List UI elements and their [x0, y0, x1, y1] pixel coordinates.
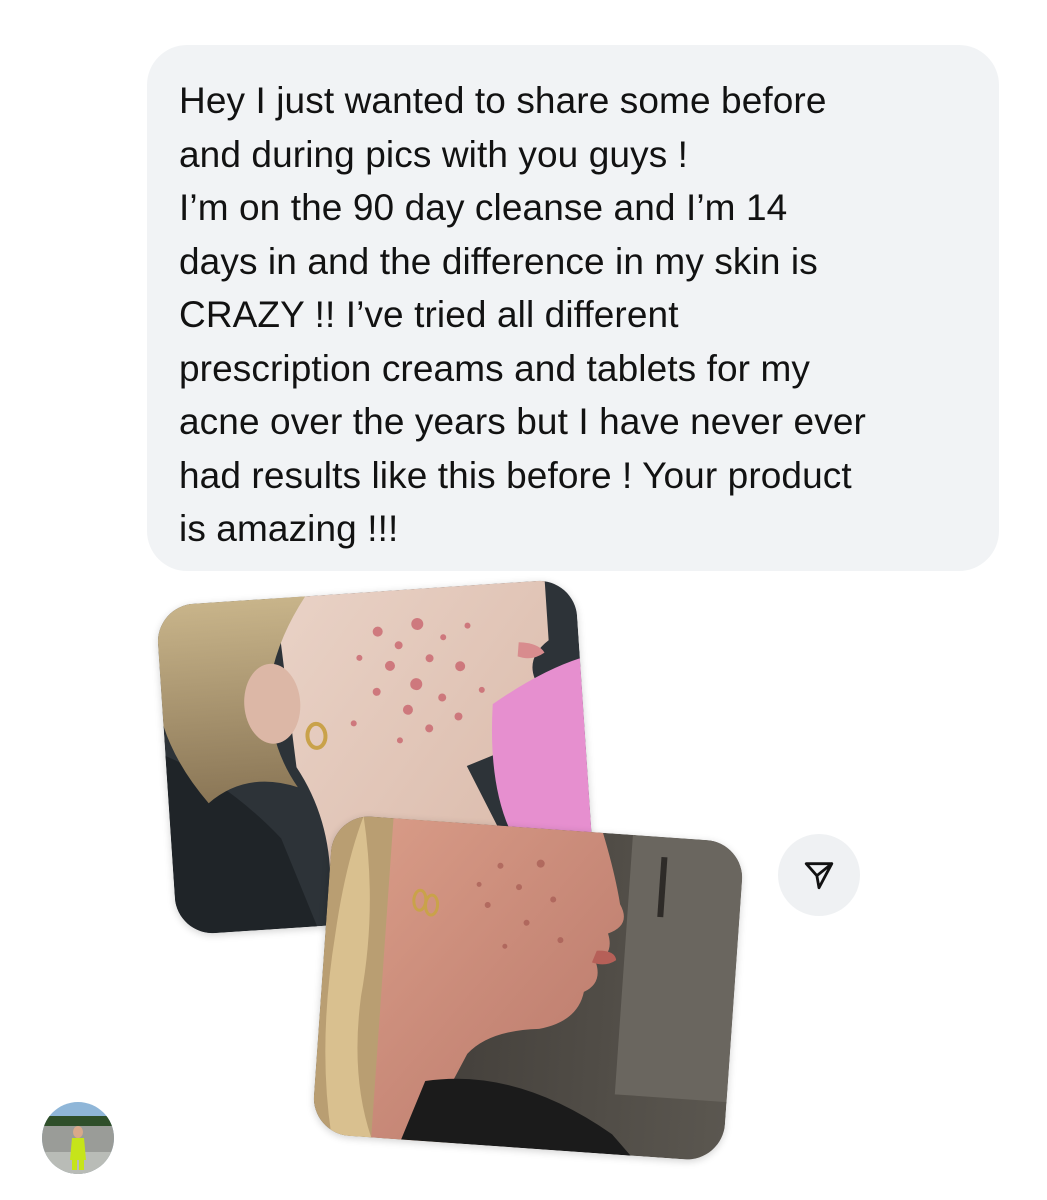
message-line: prescription creams and tablets for my: [179, 347, 810, 389]
message-line: had results like this before ! Your prod…: [179, 454, 852, 496]
sender-avatar[interactable]: [42, 1102, 114, 1174]
photo-during-image: [311, 814, 745, 1162]
message-bubble[interactable]: Hey I just wanted to share some before a…: [147, 45, 999, 571]
message-line: acne over the years but I have never eve…: [179, 401, 866, 442]
message-text: Hey I just wanted to share some before a…: [179, 74, 969, 556]
message-line: CRAZY !! I’ve tried all different: [179, 294, 679, 335]
avatar-image: [42, 1102, 114, 1174]
message-line: Hey I just wanted to share some before: [179, 80, 827, 121]
shared-photo-during[interactable]: [311, 814, 745, 1162]
paper-plane-icon: [804, 862, 834, 890]
message-line: I’m on the 90 day cleanse and I’m 14: [179, 187, 788, 228]
message-line: days in and the difference in my skin is: [179, 240, 818, 282]
share-button[interactable]: [778, 834, 860, 916]
message-line: and during pics with you guys !: [179, 133, 689, 175]
message-line: is amazing !!!: [179, 508, 399, 549]
